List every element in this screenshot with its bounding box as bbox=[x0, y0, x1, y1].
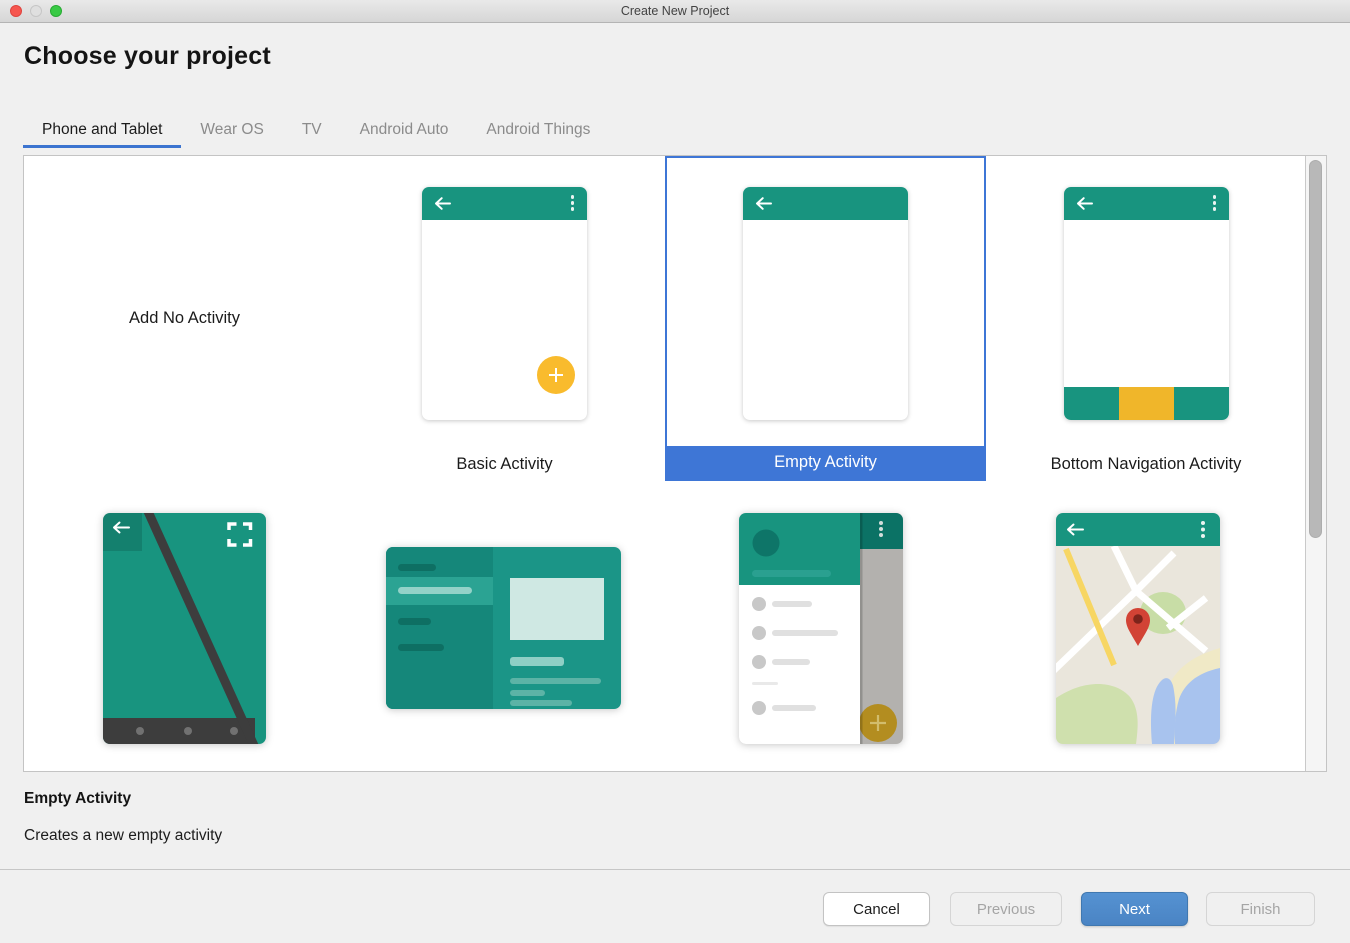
overflow-menu-icon bbox=[879, 521, 883, 537]
template-gallery: Add No Activity Basic Activity bbox=[23, 155, 1327, 772]
tab-android-auto[interactable]: Android Auto bbox=[341, 114, 468, 148]
card-master-detail-flow[interactable] bbox=[386, 547, 621, 709]
card-label-selected: Empty Activity bbox=[667, 446, 984, 479]
selected-template-description: Creates a new empty activity bbox=[24, 827, 222, 845]
selected-template-title: Empty Activity bbox=[24, 790, 131, 808]
app-toolbar bbox=[422, 187, 587, 220]
tab-wear-os[interactable]: Wear OS bbox=[181, 114, 282, 148]
card-google-maps-activity[interactable] bbox=[1056, 513, 1220, 744]
phone-mockup bbox=[743, 187, 908, 420]
previous-button[interactable]: Previous bbox=[950, 892, 1062, 926]
finish-button[interactable]: Finish bbox=[1206, 892, 1315, 926]
window-title: Create New Project bbox=[0, 0, 1350, 22]
dialog-footer: Cancel Previous Next Finish bbox=[0, 869, 1350, 943]
card-add-no-activity[interactable]: Add No Activity bbox=[24, 156, 345, 481]
app-toolbar bbox=[1064, 187, 1229, 220]
phone-mockup bbox=[422, 187, 587, 420]
tab-android-things[interactable]: Android Things bbox=[467, 114, 609, 148]
tab-tv[interactable]: TV bbox=[283, 114, 341, 148]
page-title: Choose your project bbox=[24, 42, 271, 71]
avatar bbox=[753, 530, 780, 557]
overflow-menu-icon bbox=[571, 195, 575, 211]
titlebar: Create New Project bbox=[0, 0, 1350, 23]
next-button[interactable]: Next bbox=[1081, 892, 1188, 926]
card-label: Add No Activity bbox=[24, 156, 345, 481]
phone-mockup bbox=[1064, 187, 1229, 420]
back-arrow-icon bbox=[1075, 196, 1094, 211]
card-empty-activity[interactable]: Empty Activity bbox=[665, 156, 986, 481]
tab-bar: Phone and Tablet Wear OS TV Android Auto… bbox=[23, 114, 609, 148]
card-bottom-navigation-activity[interactable]: Bottom Navigation Activity bbox=[986, 156, 1306, 481]
bottom-navigation-bar bbox=[1064, 387, 1229, 420]
back-arrow-icon bbox=[433, 196, 452, 211]
card-label: Basic Activity bbox=[344, 448, 665, 481]
card-basic-activity[interactable]: Basic Activity bbox=[344, 156, 665, 481]
card-label: Bottom Navigation Activity bbox=[986, 448, 1306, 481]
fab-plus-icon bbox=[537, 356, 575, 394]
overflow-menu-icon bbox=[1213, 195, 1217, 211]
scrollbar-track[interactable] bbox=[1305, 156, 1326, 771]
app-toolbar bbox=[743, 187, 908, 220]
dimmed-fab-plus-icon bbox=[859, 704, 897, 742]
tab-phone-and-tablet[interactable]: Phone and Tablet bbox=[23, 114, 181, 148]
card-navigation-drawer-activity[interactable] bbox=[739, 513, 903, 744]
overflow-menu-icon bbox=[1201, 521, 1205, 538]
scrollbar-thumb[interactable] bbox=[1309, 160, 1322, 538]
card-fullscreen-activity[interactable] bbox=[103, 513, 266, 744]
cancel-button[interactable]: Cancel bbox=[823, 892, 930, 926]
back-arrow-icon bbox=[754, 196, 773, 211]
